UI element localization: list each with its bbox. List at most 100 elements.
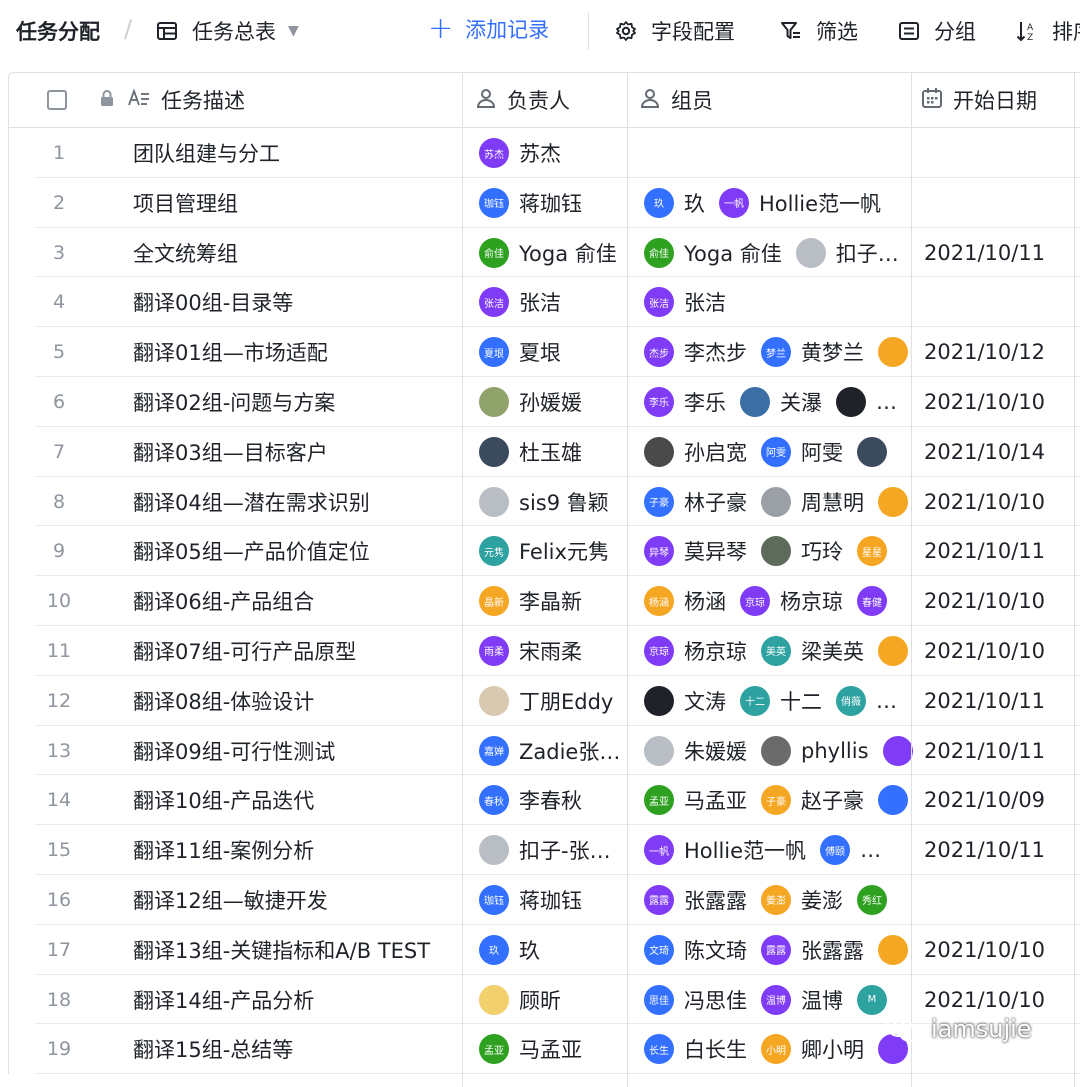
- person-tag[interactable]: 小明 卿小明: [761, 1034, 864, 1065]
- table-row[interactable]: 1 团队组建与分工 苏杰 苏杰: [9, 128, 1080, 178]
- person-tag[interactable]: 嘉婵 Zadie张…: [479, 735, 620, 766]
- person-tag[interactable]: 周慧明: [761, 486, 864, 517]
- person-tag[interactable]: 杨涵 杨涵: [644, 586, 726, 617]
- table-row[interactable]: 7 翻译03组—目标客户 杜玉雄 孙启宽 阿雯 阿雯 2021/10/14: [9, 427, 1080, 477]
- person-tag[interactable]: 京琼 杨京琼: [644, 635, 747, 666]
- sort-button[interactable]: AZ 排序: [1016, 16, 1080, 46]
- person-tag[interactable]: [878, 635, 918, 666]
- start-date-cell[interactable]: 2021/10/12: [924, 327, 1080, 377]
- person-tag[interactable]: 玖玖: [479, 934, 540, 965]
- person-tag[interactable]: 梦兰 黄梦兰: [761, 337, 864, 368]
- column-header-start-date[interactable]: 开始日期: [921, 73, 1037, 127]
- task-description-cell[interactable]: 翻译01组—市场适配: [133, 327, 463, 377]
- table-row[interactable]: 3 全文统筹组 俞佳 Yoga 俞佳 俞佳 Yoga 俞佳 扣子… 2021/10/11: [9, 228, 1080, 278]
- person-tag[interactable]: 傅颐…: [820, 835, 881, 866]
- task-description-cell[interactable]: 翻译13组-关键指标和A/B TEST: [133, 925, 463, 975]
- task-description-cell[interactable]: 翻译03组—目标客户: [133, 427, 463, 477]
- person-tag[interactable]: 星星: [857, 536, 897, 567]
- person-tag[interactable]: …: [836, 386, 897, 417]
- person-tag[interactable]: 张洁 张洁: [479, 287, 561, 318]
- person-tag[interactable]: 扣子-张…: [479, 835, 611, 866]
- person-tag[interactable]: 朱媛媛: [644, 735, 747, 766]
- person-tag[interactable]: 孙启宽: [644, 436, 747, 467]
- task-description-cell[interactable]: 翻译12组—敏捷开发: [133, 875, 463, 925]
- person-tag[interactable]: 杰步 李杰步: [644, 337, 747, 368]
- group-button[interactable]: 分组: [898, 16, 976, 46]
- members-cell[interactable]: [644, 128, 919, 178]
- members-cell[interactable]: 朱媛媛 phyllis: [644, 726, 919, 776]
- owner-cell[interactable]: 晶新 李晶新: [479, 576, 629, 626]
- start-date-cell[interactable]: [924, 875, 1080, 925]
- person-tag[interactable]: 温博 温博: [761, 984, 843, 1015]
- owner-cell[interactable]: 扣子-张…: [479, 825, 629, 875]
- person-tag[interactable]: 思佳 冯思佳: [644, 984, 747, 1015]
- person-tag[interactable]: 阿雯 阿雯: [761, 436, 843, 467]
- add-record-button[interactable]: + 添加记录: [428, 14, 549, 44]
- person-tag[interactable]: 杜玉雄: [479, 436, 582, 467]
- start-date-cell[interactable]: 2021/10/10: [924, 477, 1080, 527]
- start-date-cell[interactable]: 2021/10/11: [924, 825, 1080, 875]
- start-date-cell[interactable]: 2021/10/14: [924, 427, 1080, 477]
- task-description-cell[interactable]: 翻译05组—产品价值定位: [133, 526, 463, 576]
- task-description-cell[interactable]: 全文统筹组: [133, 228, 463, 278]
- task-description-cell[interactable]: 翻译09组-可行性测试: [133, 726, 463, 776]
- person-tag[interactable]: 雨柔 宋雨柔: [479, 635, 582, 666]
- person-tag[interactable]: 美英 梁美英: [761, 635, 864, 666]
- person-tag[interactable]: 珈钰 蒋珈钰: [479, 187, 582, 218]
- person-tag[interactable]: 春秋 李春秋: [479, 785, 582, 816]
- owner-cell[interactable]: 俞佳 Yoga 俞佳: [479, 228, 629, 278]
- members-cell[interactable]: 孙启宽 阿雯 阿雯: [644, 427, 919, 477]
- task-description-cell[interactable]: 翻译15组-总结等: [133, 1024, 463, 1074]
- person-tag[interactable]: 十二 十二: [740, 685, 822, 716]
- view-switcher[interactable]: 任务总表 ▼: [156, 16, 299, 46]
- owner-cell[interactable]: sis9 鲁颖: [479, 477, 629, 527]
- person-tag[interactable]: 元隽 Felix元隽: [479, 536, 609, 567]
- person-tag[interactable]: 珈钰 蒋珈钰: [479, 884, 582, 915]
- task-description-cell[interactable]: 翻译00组-目录等: [133, 277, 463, 327]
- task-description-cell[interactable]: 翻译08组-体验设计: [133, 676, 463, 726]
- members-cell[interactable]: 文涛 十二 十二 俏薇…: [644, 676, 919, 726]
- table-row[interactable]: 8 翻译04组—潜在需求识别 sis9 鲁颖 子豪 林子豪 周慧明 2021/10/10: [9, 477, 1080, 527]
- owner-cell[interactable]: 夏垠 夏垠: [479, 327, 629, 377]
- person-tag[interactable]: 露露 张露露: [761, 934, 864, 965]
- person-tag[interactable]: 姜澎 姜澎: [761, 884, 843, 915]
- person-tag[interactable]: 孙媛媛: [479, 386, 582, 417]
- person-tag[interactable]: [878, 934, 918, 965]
- members-cell[interactable]: 俞佳 Yoga 俞佳 扣子…: [644, 228, 919, 278]
- person-tag[interactable]: 一帆 Hollie范一帆: [719, 187, 881, 218]
- table-row[interactable]: 16 翻译12组—敏捷开发 珈钰 蒋珈钰 露露 张露露 姜澎 姜澎 秀红: [9, 875, 1080, 925]
- owner-cell[interactable]: 玖玖: [479, 925, 629, 975]
- select-all-checkbox[interactable]: [47, 73, 67, 127]
- person-tag[interactable]: [878, 337, 918, 368]
- owner-cell[interactable]: 孙媛媛: [479, 377, 629, 427]
- person-tag[interactable]: 扣子…: [795, 237, 899, 268]
- table-row[interactable]: 6 翻译02组-问题与方案 孙媛媛 李乐 李乐 关瀑 … 2021/10/10: [9, 377, 1080, 427]
- person-tag[interactable]: [857, 436, 897, 467]
- task-description-cell[interactable]: 项目管理组: [133, 178, 463, 228]
- table-row[interactable]: 2 项目管理组 珈钰 蒋珈钰玖玖一帆 Hollie范一帆: [9, 178, 1080, 228]
- task-description-cell[interactable]: 团队组建与分工: [133, 128, 463, 178]
- person-tag[interactable]: 孟亚 马孟亚: [479, 1034, 582, 1065]
- owner-cell[interactable]: 嘉婵 Zadie张…: [479, 726, 629, 776]
- members-cell[interactable]: 异琴 莫异琴 巧玲 星星: [644, 526, 919, 576]
- task-description-cell[interactable]: 翻译14组-产品分析: [133, 975, 463, 1025]
- person-tag[interactable]: 俞佳 Yoga 俞佳: [644, 237, 782, 268]
- start-date-cell[interactable]: 2021/10/09: [924, 775, 1080, 825]
- members-cell[interactable]: 李乐 李乐 关瀑…: [644, 377, 919, 427]
- filter-button[interactable]: 筛选: [780, 16, 858, 46]
- table-row[interactable]: 10 翻译06组-产品组合 晶新 李晶新 杨涵 杨涵 京琼 杨京琼 春健 2021/10/10: [9, 576, 1080, 626]
- owner-cell[interactable]: 珈钰 蒋珈钰: [479, 875, 629, 925]
- person-tag[interactable]: 异琴 莫异琴: [644, 536, 747, 567]
- members-cell[interactable]: 孟亚 马孟亚 子豪 赵子豪: [644, 775, 919, 825]
- person-tag[interactable]: 玖玖: [644, 187, 705, 218]
- person-tag[interactable]: [878, 486, 918, 517]
- person-tag[interactable]: [882, 735, 919, 766]
- start-date-cell[interactable]: [924, 277, 1080, 327]
- members-cell[interactable]: 玖玖一帆 Hollie范一帆: [644, 178, 919, 228]
- owner-cell[interactable]: 雨柔 宋雨柔: [479, 626, 629, 676]
- members-cell[interactable]: 文琦 陈文琦 露露 张露露: [644, 925, 919, 975]
- members-cell[interactable]: 张洁 张洁: [644, 277, 919, 327]
- person-tag[interactable]: 一帆 Hollie范一帆: [644, 835, 806, 866]
- person-tag[interactable]: 长生 白长生: [644, 1034, 747, 1065]
- table-row[interactable]: 17 翻译13组-关键指标和A/B TEST 玖玖文琦 陈文琦 露露 张露露 2021/10…: [9, 925, 1080, 975]
